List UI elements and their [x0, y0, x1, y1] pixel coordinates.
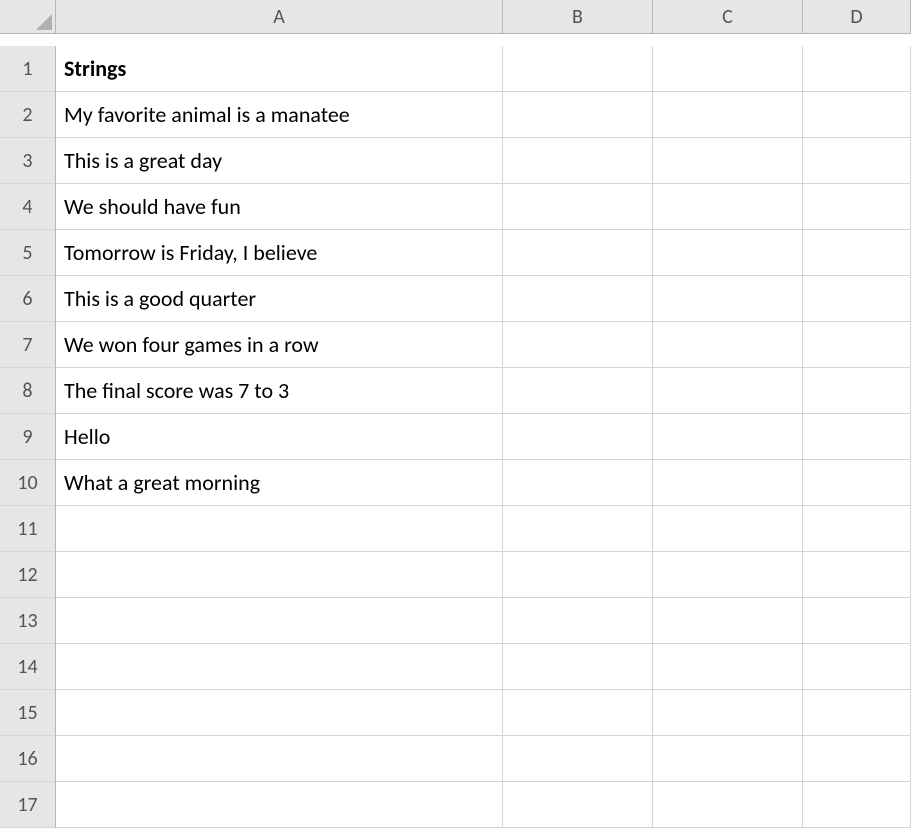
row-header-13[interactable]: 13 — [0, 598, 56, 644]
cell-B10[interactable] — [503, 460, 653, 506]
cell-C13[interactable] — [653, 598, 803, 644]
cell-B14[interactable] — [503, 644, 653, 690]
cell-D12[interactable] — [803, 552, 911, 598]
cell-C4[interactable] — [653, 184, 803, 230]
column-header-A[interactable]: A — [56, 0, 503, 34]
cell-B7[interactable] — [503, 322, 653, 368]
row-header-1[interactable]: 1 — [0, 46, 56, 92]
cell-A2[interactable]: My favorite animal is a manatee — [56, 92, 503, 138]
cell-B8[interactable] — [503, 368, 653, 414]
row-header-6[interactable]: 6 — [0, 276, 56, 322]
cell-D4[interactable] — [803, 184, 911, 230]
cell-A6[interactable]: This is a good quarter — [56, 276, 503, 322]
row-header-17[interactable]: 17 — [0, 782, 56, 828]
cell-D5[interactable] — [803, 230, 911, 276]
cell-A4[interactable]: We should have fun — [56, 184, 503, 230]
cell-B16[interactable] — [503, 736, 653, 782]
column-header-B[interactable]: B — [503, 0, 653, 34]
cell-B17[interactable] — [503, 782, 653, 828]
cell-B9[interactable] — [503, 414, 653, 460]
cell-B5[interactable] — [503, 230, 653, 276]
cell-C6[interactable] — [653, 276, 803, 322]
cell-A5[interactable]: Tomorrow is Friday, I believe — [56, 230, 503, 276]
row-header-15[interactable]: 15 — [0, 690, 56, 736]
cell-C2[interactable] — [653, 92, 803, 138]
row-header-11[interactable]: 11 — [0, 506, 56, 552]
cell-B4[interactable] — [503, 184, 653, 230]
spreadsheet-grid: A B C D 1 Strings 2 My favorite animal i… — [0, 0, 911, 828]
cell-D15[interactable] — [803, 690, 911, 736]
cell-D6[interactable] — [803, 276, 911, 322]
row-header-12[interactable]: 12 — [0, 552, 56, 598]
cell-D3[interactable] — [803, 138, 911, 184]
row-header-3[interactable]: 3 — [0, 138, 56, 184]
row-header-7[interactable]: 7 — [0, 322, 56, 368]
cell-D2[interactable] — [803, 92, 911, 138]
cell-B2[interactable] — [503, 92, 653, 138]
cell-D10[interactable] — [803, 460, 911, 506]
column-header-D[interactable]: D — [803, 0, 911, 34]
cell-C3[interactable] — [653, 138, 803, 184]
cell-B11[interactable] — [503, 506, 653, 552]
cell-B13[interactable] — [503, 598, 653, 644]
cell-C7[interactable] — [653, 322, 803, 368]
row-header-5[interactable]: 5 — [0, 230, 56, 276]
cell-C5[interactable] — [653, 230, 803, 276]
cell-D17[interactable] — [803, 782, 911, 828]
cell-A16[interactable] — [56, 736, 503, 782]
cell-A8[interactable]: The final score was 7 to 3 — [56, 368, 503, 414]
cell-D8[interactable] — [803, 368, 911, 414]
cell-D1[interactable] — [803, 46, 911, 92]
cell-A3[interactable]: This is a great day — [56, 138, 503, 184]
cell-C8[interactable] — [653, 368, 803, 414]
cell-C1[interactable] — [653, 46, 803, 92]
cell-C10[interactable] — [653, 460, 803, 506]
row-header-14[interactable]: 14 — [0, 644, 56, 690]
cell-C14[interactable] — [653, 644, 803, 690]
cell-C15[interactable] — [653, 690, 803, 736]
row-header-8[interactable]: 8 — [0, 368, 56, 414]
cell-C9[interactable] — [653, 414, 803, 460]
select-all-corner[interactable] — [0, 0, 56, 34]
cell-D13[interactable] — [803, 598, 911, 644]
cell-C16[interactable] — [653, 736, 803, 782]
row-header-4[interactable]: 4 — [0, 184, 56, 230]
cell-A9[interactable]: Hello — [56, 414, 503, 460]
cell-D7[interactable] — [803, 322, 911, 368]
cell-B1[interactable] — [503, 46, 653, 92]
cell-B6[interactable] — [503, 276, 653, 322]
cell-B15[interactable] — [503, 690, 653, 736]
row-header-10[interactable]: 10 — [0, 460, 56, 506]
cell-A1[interactable]: Strings — [56, 46, 503, 92]
column-header-C[interactable]: C — [653, 0, 803, 34]
cell-A7[interactable]: We won four games in a row — [56, 322, 503, 368]
cell-B3[interactable] — [503, 138, 653, 184]
cell-B12[interactable] — [503, 552, 653, 598]
cell-A15[interactable] — [56, 690, 503, 736]
cell-A10[interactable]: What a great morning — [56, 460, 503, 506]
cell-A17[interactable] — [56, 782, 503, 828]
cell-C17[interactable] — [653, 782, 803, 828]
cell-C12[interactable] — [653, 552, 803, 598]
cell-C11[interactable] — [653, 506, 803, 552]
cell-A12[interactable] — [56, 552, 503, 598]
cell-A13[interactable] — [56, 598, 503, 644]
cell-D16[interactable] — [803, 736, 911, 782]
row-header-9[interactable]: 9 — [0, 414, 56, 460]
cell-D14[interactable] — [803, 644, 911, 690]
cell-A11[interactable] — [56, 506, 503, 552]
select-all-triangle-icon — [36, 14, 52, 30]
cell-D9[interactable] — [803, 414, 911, 460]
row-header-16[interactable]: 16 — [0, 736, 56, 782]
cell-A14[interactable] — [56, 644, 503, 690]
row-header-2[interactable]: 2 — [0, 92, 56, 138]
cell-D11[interactable] — [803, 506, 911, 552]
